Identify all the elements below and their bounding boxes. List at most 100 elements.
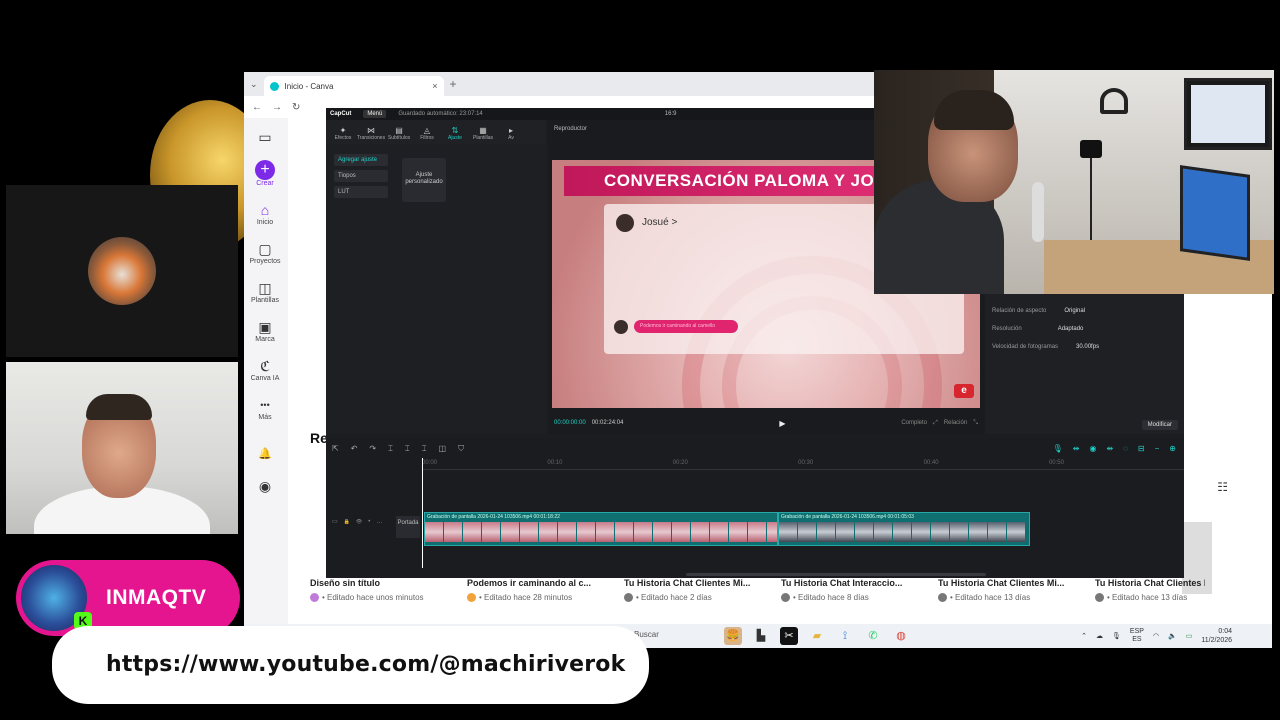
design-title: Diseño sin título: [310, 578, 381, 588]
preview-axis-icon[interactable]: ◌: [1123, 444, 1128, 453]
whatsapp-icon[interactable]: ✆: [864, 627, 882, 645]
tool-filtros[interactable]: ◬ Filtros: [416, 126, 438, 141]
tray-chevron-icon[interactable]: ⌃: [1081, 632, 1087, 640]
category-agregar-ajuste[interactable]: Agregar ajuste: [334, 154, 388, 166]
cover-button[interactable]: Portada: [396, 516, 420, 538]
linkage-icon[interactable]: ⇹: [1106, 444, 1113, 453]
link-icon[interactable]: ⇹: [1073, 444, 1080, 453]
chrome-icon[interactable]: ◍: [892, 627, 910, 645]
tab-inicio-canva[interactable]: Inicio - Canva ×: [263, 76, 444, 96]
widgets-icon[interactable]: 🍔: [724, 627, 742, 645]
more-icon: •••: [260, 400, 270, 410]
track-toggle-icon[interactable]: ▭: [332, 518, 338, 525]
timeline-ruler[interactable]: 00:00 00:10 00:20 00:30 00:40 00:50: [422, 460, 1184, 470]
wifi-icon[interactable]: ◠: [1153, 632, 1159, 640]
timeline-scrollbar[interactable]: [686, 573, 986, 576]
notifications-button[interactable]: 🔔: [244, 445, 286, 463]
zoom-out-icon[interactable]: −: [1155, 444, 1160, 453]
redo-icon[interactable]: ↷: [369, 444, 376, 454]
tool-ajuste[interactable]: ⇅ Ajuste: [444, 126, 466, 141]
volume-icon[interactable]: 🔈: [1168, 632, 1177, 640]
eye-icon[interactable]: 👁: [356, 519, 362, 525]
play-icon[interactable]: ▶: [779, 419, 785, 428]
design-card[interactable]: Tu Historia Chat Clientes Mi... • Editad…: [624, 578, 781, 602]
clip-label: Grabación de pantalla 2026-01-24 103506.…: [427, 514, 560, 520]
ruler-tick: 00:50: [1048, 460, 1064, 466]
sidebar-item-crear[interactable]: + Crear: [244, 160, 286, 187]
design-card[interactable]: Diseño sin título • Editado hace unos mi…: [310, 578, 467, 602]
sidebar-item-label: Proyectos: [249, 258, 281, 265]
more-icon[interactable]: …: [376, 519, 382, 525]
tool-label: Subtítulos: [387, 135, 411, 141]
design-title: Tu Historia Chat Clientes M...: [1095, 578, 1205, 588]
select-tool-icon[interactable]: ⇱: [332, 444, 339, 454]
ruler-tick: 00:40: [923, 460, 939, 466]
battery-icon[interactable]: ▭: [1186, 632, 1193, 640]
sidebar-item-plantillas[interactable]: ◫ Plantillas: [244, 279, 286, 304]
design-card[interactable]: Tu Historia Chat Clientes M... • Editado…: [1095, 578, 1205, 602]
new-tab-button[interactable]: +: [450, 77, 457, 91]
tab-list-chevron-icon[interactable]: ⌄: [250, 79, 258, 90]
menu-button[interactable]: Menú: [363, 110, 387, 118]
playhead[interactable]: [422, 458, 423, 568]
design-edited-text: • Editado hace 28 minutos: [479, 593, 573, 602]
design-card[interactable]: Tu Historia Chat Clientes Mi... • Editad…: [938, 578, 1095, 602]
snap-icon[interactable]: ◉: [1089, 444, 1096, 453]
lock-icon[interactable]: 🔒: [344, 519, 350, 525]
category-tiopos[interactable]: Tiopos: [334, 170, 388, 182]
video-clip[interactable]: Grabación de pantalla 2026-01-24 103506.…: [424, 512, 778, 546]
audio-icon[interactable]: •: [368, 519, 370, 525]
sidebar-item-label: Crear: [256, 180, 274, 187]
fit-icon[interactable]: ⊟: [1138, 444, 1145, 453]
video-clip[interactable]: Grabación de pantalla 2026-01-24 103506.…: [778, 512, 1030, 546]
profile-button[interactable]: ◉: [244, 477, 286, 495]
sidebar-item-proyectos[interactable]: ▢ Proyectos: [244, 240, 286, 265]
ratio-button[interactable]: Relación: [944, 420, 967, 427]
microphone-icon[interactable]: 🎙: [1053, 444, 1063, 453]
custom-adjust-card[interactable]: Ajuste personalizado: [402, 158, 446, 202]
file-explorer-icon[interactable]: ▙: [752, 627, 770, 645]
zoom-in-icon[interactable]: ⊕: [1169, 444, 1176, 453]
sidebar-item-mas[interactable]: ••• Más: [244, 396, 286, 421]
taskbar-clock[interactable]: 0:04 11/2/2026: [1201, 627, 1232, 645]
language-indicator[interactable]: ESP ES: [1130, 628, 1144, 644]
stream-stage: ⌄ Inicio - Canva × + ← → ↻ ▭ + Crear ⌂ I…: [0, 0, 1280, 720]
clock-date: 11/2/2026: [1201, 637, 1232, 644]
tool-transiciones[interactable]: ⋈ Transiciones: [357, 126, 385, 141]
undo-icon[interactable]: ↶: [351, 444, 358, 454]
tool-plantillas[interactable]: ▦ Plantillas: [472, 126, 494, 141]
reload-icon[interactable]: ↻: [292, 102, 300, 113]
tab-close-icon[interactable]: ×: [432, 81, 437, 91]
design-card[interactable]: Tu Historia Chat Interaccio... • Editado…: [781, 578, 938, 602]
delete-icon[interactable]: ◫: [439, 444, 447, 454]
tool-efectos[interactable]: ✦ Efectos: [332, 126, 354, 141]
folder-icon[interactable]: ▰: [808, 627, 826, 645]
quality-button[interactable]: Completo: [901, 420, 927, 427]
onedrive-icon[interactable]: ☁: [1096, 632, 1103, 640]
split-right-icon[interactable]: ⌶: [422, 444, 427, 454]
forward-icon[interactable]: →: [272, 102, 282, 113]
category-lut[interactable]: LUT: [334, 186, 388, 198]
prop-value: Original: [1064, 308, 1086, 314]
split-left-icon[interactable]: ⌶: [405, 444, 410, 454]
design-card[interactable]: Podemos ir caminando al c... • Editado h…: [467, 578, 624, 602]
sidebar-item-inicio[interactable]: ⌂ Inicio: [244, 201, 286, 226]
sidebar-toggle[interactable]: ▭: [244, 128, 286, 146]
list-view-icon[interactable]: ☷: [1217, 480, 1228, 494]
back-icon[interactable]: ←: [252, 102, 262, 113]
capcut-app-icon[interactable]: ✂: [780, 627, 798, 645]
chat-bubble: Podemos ir caminando al camello: [634, 320, 738, 333]
channel-logo-icon: e: [954, 384, 974, 398]
design-edited-text: • Editado hace 8 días: [793, 593, 869, 602]
tool-av[interactable]: ▸ Av: [500, 126, 522, 141]
fullscreen-icon[interactable]: ⤡: [973, 420, 978, 427]
crop-icon[interactable]: ⤢: [933, 420, 938, 427]
microphone-icon[interactable]: 🎙: [1112, 632, 1121, 640]
shield-icon[interactable]: ⛉: [458, 444, 464, 454]
split-icon[interactable]: ⌶: [388, 444, 393, 454]
pinned-app-icon[interactable]: ⟟: [836, 627, 854, 645]
sidebar-item-marca[interactable]: ▣ Marca: [244, 318, 286, 343]
tool-subtitulos[interactable]: ▤ Subtítulos: [388, 126, 410, 141]
sidebar-item-canva-ia[interactable]: ℭ Canva IA: [244, 357, 286, 382]
modify-button[interactable]: Modificar: [1141, 420, 1178, 430]
